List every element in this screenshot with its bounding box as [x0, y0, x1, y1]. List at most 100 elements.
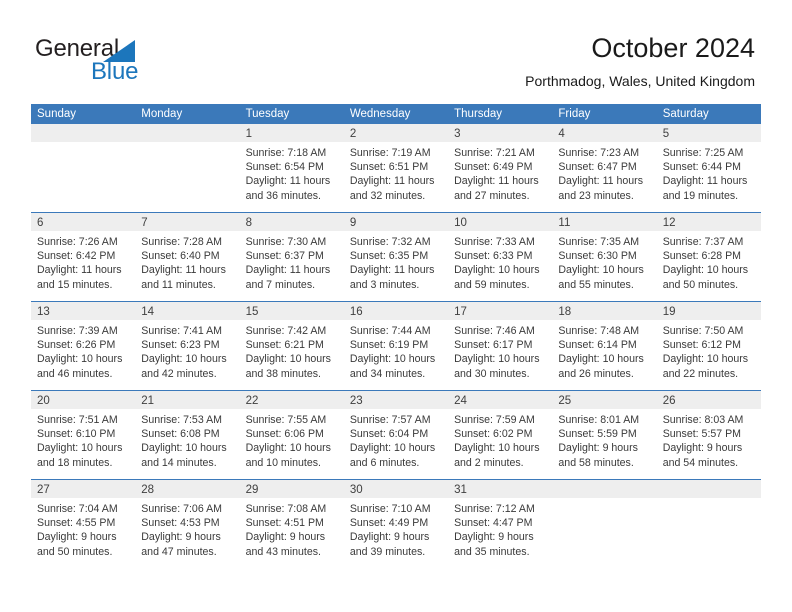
day-number-band: 20	[31, 391, 136, 409]
brand-logo[interactable]: General Blue	[35, 36, 215, 88]
calendar-day-cell[interactable]: 25 Sunrise: 8:01 AM Sunset: 5:59 PM Dayligh…	[552, 391, 657, 479]
sunset-time: Sunset: 6:02 PM	[454, 428, 533, 441]
daylight-duration-line2: and 38 minutes.	[245, 367, 321, 380]
day-number-band: 23	[343, 391, 449, 409]
calendar-page: General Blue October 2024 Porthmadog, Wa…	[0, 0, 792, 612]
calendar-day-cell[interactable]: 11 Sunrise: 7:35 AM Sunset: 6:30 PM Dayligh…	[552, 213, 657, 301]
sunrise-time: Sunrise: 7:19 AM	[349, 147, 431, 159]
day-number-band: 5	[656, 124, 761, 142]
calendar-day-cell[interactable]: 29 Sunrise: 7:08 AM Sunset: 4:51 PM Dayligh…	[239, 480, 344, 568]
daylight-duration-line2: and 55 minutes.	[558, 278, 634, 291]
calendar-day-cell[interactable]: 15 Sunrise: 7:42 AM Sunset: 6:21 PM Dayligh…	[239, 302, 344, 390]
sunset-time: Sunset: 4:55 PM	[37, 517, 116, 530]
day-number: 14	[141, 306, 155, 318]
sunset-time: Sunset: 6:23 PM	[141, 339, 220, 352]
weekday-header-saturday: Saturday	[662, 108, 709, 120]
day-number-band: 27	[31, 480, 136, 498]
calendar-day-cell[interactable]: 8 Sunrise: 7:30 AM Sunset: 6:37 PM Daylight…	[239, 213, 344, 301]
calendar-day-cell[interactable]: 30 Sunrise: 7:10 AM Sunset: 4:49 PM Dayligh…	[343, 480, 449, 568]
calendar-day-cell[interactable]: 2 Sunrise: 7:19 AM Sunset: 6:51 PM Daylight…	[343, 124, 449, 212]
day-details: Sunrise: 7:18 AM Sunset: 6:54 PM Daylight:…	[240, 142, 344, 207]
calendar-day-cell[interactable]: 18 Sunrise: 7:48 AM Sunset: 6:14 PM Dayligh…	[552, 302, 657, 390]
calendar-day-cell[interactable]: 9 Sunrise: 7:32 AM Sunset: 6:35 PM Daylight…	[343, 213, 449, 301]
sunset-time: Sunset: 6:51 PM	[349, 161, 429, 174]
calendar-day-cell[interactable]: 1 Sunrise: 7:18 AM Sunset: 6:54 PM Daylight…	[239, 124, 344, 212]
day-number: 19	[662, 306, 676, 318]
calendar-day-cell[interactable]: 23 Sunrise: 7:57 AM Sunset: 6:04 PM Dayligh…	[343, 391, 449, 479]
sunset-time: Sunset: 4:49 PM	[349, 517, 429, 530]
daylight-duration-line1: Daylight: 10 hours	[558, 353, 644, 366]
day-number: 7	[141, 217, 148, 229]
page-subtitle: Porthmadog, Wales, United Kingdom	[525, 73, 755, 89]
daylight-duration-line2: and 32 minutes.	[349, 189, 426, 202]
day-number: 4	[558, 128, 565, 140]
calendar-day-cell[interactable]: 28 Sunrise: 7:06 AM Sunset: 4:53 PM Dayligh…	[135, 480, 240, 568]
day-details: Sunrise: 7:30 AM Sunset: 6:37 PM Daylight:…	[240, 231, 344, 296]
sunrise-time: Sunrise: 7:41 AM	[141, 325, 222, 337]
calendar-day-cell[interactable]: 3 Sunrise: 7:21 AM Sunset: 6:49 PM Daylight…	[448, 124, 553, 212]
day-number: 17	[454, 306, 467, 318]
sunrise-time: Sunrise: 7:23 AM	[558, 147, 640, 159]
daylight-duration-line1: Daylight: 10 hours	[558, 264, 644, 277]
day-number: 16	[349, 306, 363, 318]
calendar-day-cell[interactable]: 19 Sunrise: 7:50 AM Sunset: 6:12 PM Dayligh…	[656, 302, 761, 390]
day-number-band	[656, 480, 761, 498]
daylight-duration-line1: Daylight: 11 hours	[454, 175, 539, 188]
calendar-day-cell[interactable]: 26 Sunrise: 8:03 AM Sunset: 5:57 PM Dayligh…	[656, 391, 761, 479]
day-number-band: 3	[448, 124, 553, 142]
sunrise-time: Sunrise: 7:30 AM	[245, 236, 327, 248]
weekday-header-wednesday: Wednesday	[349, 108, 411, 120]
day-number-band: 31	[448, 480, 553, 498]
weekday-header-sunday: Sunday	[37, 108, 77, 120]
calendar-day-cell[interactable]: 14 Sunrise: 7:41 AM Sunset: 6:23 PM Dayligh…	[135, 302, 240, 390]
calendar-day-cell[interactable]: 17 Sunrise: 7:46 AM Sunset: 6:17 PM Dayligh…	[448, 302, 553, 390]
daylight-duration-line1: Daylight: 10 hours	[245, 442, 331, 455]
sunrise-time: Sunrise: 7:42 AM	[245, 325, 327, 337]
sunset-time: Sunset: 6:40 PM	[141, 250, 220, 263]
weekday-header-row: Sunday Monday Tuesday Wednesday Thursday…	[31, 104, 761, 124]
weekday-header-monday: Monday	[141, 108, 183, 120]
calendar-day-cell[interactable]: 20 Sunrise: 7:51 AM Sunset: 6:10 PM Dayligh…	[31, 391, 136, 479]
day-details: Sunrise: 7:37 AM Sunset: 6:28 PM Daylight:…	[657, 231, 761, 296]
day-number-band: 18	[552, 302, 657, 320]
calendar-day-cell[interactable]: 16 Sunrise: 7:44 AM Sunset: 6:19 PM Dayligh…	[343, 302, 449, 390]
day-number: 23	[349, 395, 363, 407]
calendar-day-cell[interactable]: 7 Sunrise: 7:28 AM Sunset: 6:40 PM Daylight…	[135, 213, 240, 301]
calendar-day-cell[interactable]: 13 Sunrise: 7:39 AM Sunset: 6:26 PM Dayligh…	[31, 302, 136, 390]
calendar-day-cell[interactable]: 4 Sunrise: 7:23 AM Sunset: 6:47 PM Daylight…	[552, 124, 657, 212]
day-number-band: 22	[239, 391, 344, 409]
day-number-band: 28	[135, 480, 240, 498]
day-details: Sunrise: 7:51 AM Sunset: 6:10 PM Daylight:…	[31, 409, 135, 474]
day-details: Sunrise: 7:21 AM Sunset: 6:49 PM Daylight:…	[448, 142, 552, 207]
sunset-time: Sunset: 6:19 PM	[349, 339, 429, 352]
calendar-grid: Sunday Monday Tuesday Wednesday Thursday…	[31, 104, 761, 568]
day-number-band: 7	[135, 213, 240, 231]
day-number: 8	[245, 217, 252, 229]
calendar-day-cell[interactable]: 12 Sunrise: 7:37 AM Sunset: 6:28 PM Dayligh…	[656, 213, 761, 301]
daylight-duration-line1: Daylight: 10 hours	[141, 442, 227, 455]
calendar-day-cell[interactable]: 31 Sunrise: 7:12 AM Sunset: 4:47 PM Dayligh…	[448, 480, 553, 568]
daylight-duration-line1: Daylight: 10 hours	[454, 353, 540, 366]
daylight-duration-line1: Daylight: 10 hours	[662, 264, 749, 277]
calendar-day-cell[interactable]: 24 Sunrise: 7:59 AM Sunset: 6:02 PM Dayligh…	[448, 391, 553, 479]
day-number: 3	[454, 128, 461, 140]
daylight-duration-line1: Daylight: 9 hours	[558, 442, 638, 455]
daylight-duration-line2: and 42 minutes.	[141, 367, 217, 380]
calendar-day-cell[interactable]: 6 Sunrise: 7:26 AM Sunset: 6:42 PM Daylight…	[31, 213, 136, 301]
day-details: Sunrise: 7:19 AM Sunset: 6:51 PM Daylight:…	[344, 142, 448, 207]
calendar-day-cell[interactable]: 10 Sunrise: 7:33 AM Sunset: 6:33 PM Dayligh…	[448, 213, 553, 301]
calendar-week-row: 6 Sunrise: 7:26 AM Sunset: 6:42 PM Daylight…	[31, 212, 761, 301]
calendar-day-cell[interactable]: 27 Sunrise: 7:04 AM Sunset: 4:55 PM Dayligh…	[31, 480, 136, 568]
sunrise-time: Sunrise: 7:12 AM	[454, 503, 535, 515]
calendar-day-cell[interactable]: 22 Sunrise: 7:55 AM Sunset: 6:06 PM Dayligh…	[239, 391, 344, 479]
day-number: 29	[245, 484, 259, 496]
sunrise-time: Sunrise: 7:32 AM	[349, 236, 431, 248]
daylight-duration-line1: Daylight: 10 hours	[245, 353, 331, 366]
calendar-day-cell[interactable]: 21 Sunrise: 7:53 AM Sunset: 6:08 PM Dayligh…	[135, 391, 240, 479]
calendar-week-row: 27 Sunrise: 7:04 AM Sunset: 4:55 PM Dayligh…	[31, 479, 761, 568]
sunrise-time: Sunrise: 7:10 AM	[349, 503, 431, 515]
calendar-day-cell[interactable]: 5 Sunrise: 7:25 AM Sunset: 6:44 PM Daylight…	[656, 124, 761, 212]
day-details: Sunrise: 7:32 AM Sunset: 6:35 PM Daylight:…	[344, 231, 448, 296]
sunset-time: Sunset: 6:08 PM	[141, 428, 220, 441]
sunrise-time: Sunrise: 7:59 AM	[454, 414, 535, 426]
